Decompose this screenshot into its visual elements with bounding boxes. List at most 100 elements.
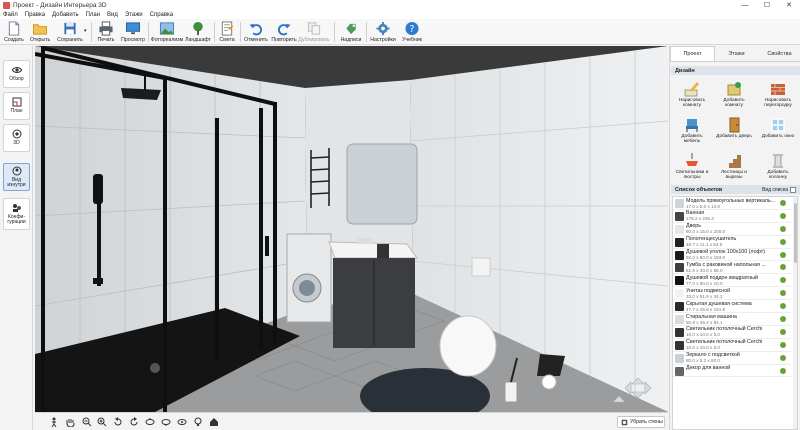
visibility-icon[interactable]: [780, 277, 786, 284]
close-button[interactable]: ✕: [778, 0, 800, 10]
menu-view[interactable]: Вид: [107, 12, 118, 18]
hide-walls-button[interactable]: Убрать стены: [617, 416, 665, 428]
list-item[interactable]: Дверь 80.0 x 15.0 x 200.0: [673, 223, 791, 236]
plan-button[interactable]: План: [3, 92, 30, 120]
rotate-left-icon[interactable]: [113, 417, 123, 427]
list-item[interactable]: Стиральная машина 50.8 x 46.4 x 84.1: [673, 313, 791, 326]
room-icon: [727, 82, 741, 96]
menu-file[interactable]: Файл: [3, 12, 18, 18]
visibility-icon[interactable]: [780, 264, 786, 271]
visibility-icon[interactable]: [780, 200, 786, 206]
tab-properties[interactable]: Свойства: [758, 46, 800, 61]
visibility-icon[interactable]: [780, 225, 786, 232]
home-icon[interactable]: [209, 417, 219, 427]
list-item[interactable]: Тумба с раковиной напольная ... 51.6 x 40…: [673, 261, 791, 275]
view-list-toggle[interactable]: Вид списка: [762, 185, 800, 194]
add-door-button[interactable]: Добавить дверь: [715, 115, 753, 148]
add-furniture-button[interactable]: Добавить мебель: [673, 115, 711, 148]
soap-dispenser: [377, 244, 389, 258]
menu-add[interactable]: Добавить: [52, 12, 79, 18]
draw-partition-button[interactable]: Нарисовать перегородку: [759, 79, 797, 112]
list-item[interactable]: Светильник потолочный Cerchi 10.0 x 10.0 …: [673, 326, 791, 339]
visibility-icon[interactable]: [780, 212, 786, 219]
save-button[interactable]: Сохранить: [55, 20, 85, 44]
cube-3d-icon: [12, 129, 21, 139]
configurations-button[interactable]: Конфи-гурации: [3, 198, 30, 230]
estimate-button[interactable]: Смета: [217, 20, 237, 44]
tab-floors[interactable]: Этажи: [715, 46, 758, 61]
menu-floors[interactable]: Этажи: [125, 12, 143, 18]
app-icon: [3, 1, 10, 9]
visibility-icon[interactable]: [780, 251, 786, 258]
add-column-button[interactable]: Добавить колонну: [759, 151, 797, 184]
overview-button[interactable]: Обзор: [3, 60, 30, 88]
open-button[interactable]: Открыть: [28, 20, 52, 44]
rotate-right-icon[interactable]: [129, 417, 139, 427]
tab-project[interactable]: Проект: [670, 46, 715, 61]
settings-button[interactable]: Настройки: [369, 20, 397, 44]
walk-mode-icon[interactable]: [49, 417, 59, 427]
undo-button[interactable]: Отменить: [243, 20, 269, 44]
interior-view-button[interactable]: Вид изнутри: [3, 163, 30, 191]
visibility-icon[interactable]: [780, 354, 786, 361]
list-item[interactable]: Унитаз подвесной 33.0 x 51.9 x 34.2: [673, 287, 791, 301]
lightbulb-icon[interactable]: [193, 417, 203, 427]
preview-button[interactable]: Просмотр: [121, 20, 145, 44]
draw-room-button[interactable]: Нарисовать комнату: [673, 79, 711, 112]
duplicate-button[interactable]: Дублировать: [298, 20, 330, 44]
estimate-icon: [221, 21, 234, 36]
zoom-out-icon[interactable]: [82, 417, 92, 427]
orbit-down-icon[interactable]: [161, 417, 171, 427]
list-item[interactable]: Душевой уголок 100х100 (лофт) 92.0 x 90.0…: [673, 249, 791, 262]
list-item[interactable]: Скрытая душевая система 47.7 x 45.6 x 151…: [673, 300, 791, 314]
add-window-button[interactable]: Добавить окно: [759, 115, 797, 148]
visibility-icon[interactable]: [780, 290, 786, 297]
landscape-button[interactable]: Ландшафт: [185, 20, 211, 44]
view-list-checkbox[interactable]: [790, 186, 797, 193]
visibility-icon[interactable]: [780, 316, 786, 323]
door-icon: [729, 117, 740, 133]
labels-button[interactable]: Надписи: [339, 20, 363, 44]
minimize-button[interactable]: —: [734, 0, 756, 10]
object-list-scrollbar[interactable]: [793, 197, 797, 429]
list-item[interactable]: Душевой поддон квадратный 77.0 x 90.0 x 1…: [673, 274, 791, 288]
visibility-icon[interactable]: [780, 328, 786, 335]
lights-button[interactable]: Светильники и люстры: [673, 151, 711, 184]
list-item[interactable]: Светильник потолочный Cerchi 10.0 x 10.0 …: [673, 339, 791, 352]
object-thumbnail: [675, 289, 684, 299]
photorealism-button[interactable]: Фотореализм: [151, 20, 183, 44]
list-item[interactable]: Декор для ванной: [673, 365, 791, 378]
menu-edit[interactable]: Правка: [25, 12, 45, 18]
object-thumbnail: [675, 263, 684, 273]
visibility-icon[interactable]: [780, 303, 786, 310]
view-3d-button[interactable]: 3D: [3, 124, 30, 152]
tilt-icon[interactable]: [177, 417, 187, 427]
object-thumbnail: [675, 250, 684, 260]
stairs-button[interactable]: Лестницы и вырезы: [715, 151, 753, 184]
maximize-button[interactable]: ☐: [756, 0, 778, 10]
menu-help[interactable]: Справка: [150, 12, 174, 18]
save-dropdown-icon[interactable]: ▾: [84, 28, 87, 34]
list-item[interactable]: Зеркало с подсветкой 80.0 x 5.2 x 80.0: [673, 352, 791, 365]
pan-hand-icon[interactable]: [65, 417, 75, 427]
object-thumbnail: [675, 353, 684, 363]
redo-button[interactable]: Повторить: [271, 20, 297, 44]
visibility-icon[interactable]: [780, 367, 786, 374]
list-item[interactable]: Ванная 178.2 x 235.4: [673, 210, 791, 223]
visibility-icon[interactable]: [780, 238, 786, 245]
zoom-in-icon[interactable]: [97, 417, 107, 427]
title-bar: Проект - Дизайн Интерьера 3D — ☐ ✕: [0, 0, 800, 10]
orbit-up-icon[interactable]: [145, 417, 155, 427]
tutorial-button[interactable]: ? Учебник: [400, 20, 424, 44]
create-button[interactable]: Создать: [3, 20, 25, 44]
list-item[interactable]: Модель прямоугольных вертикаль... 17.0 x …: [673, 197, 791, 210]
paper-holder: [537, 354, 565, 376]
add-room-button[interactable]: Добавить комнату: [715, 79, 753, 112]
object-thumbnail: [675, 237, 684, 247]
list-item[interactable]: Полотенцесушитель 46.7 x 11.1 x 64.9: [673, 236, 791, 249]
visibility-icon[interactable]: [780, 341, 786, 348]
scrollbar-thumb[interactable]: [794, 203, 797, 263]
menu-plan[interactable]: План: [86, 12, 100, 18]
print-button[interactable]: Печать: [95, 20, 117, 44]
3d-viewport[interactable]: [35, 46, 668, 412]
